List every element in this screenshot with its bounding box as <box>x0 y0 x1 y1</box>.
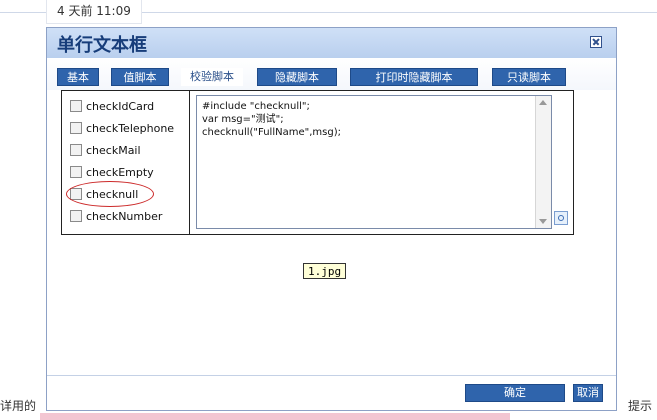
tab-value-script[interactable]: 值脚本 <box>111 68 169 86</box>
scroll-down-icon[interactable] <box>539 219 547 224</box>
check-label: checkIdCard <box>86 100 155 113</box>
tab-hide-script[interactable]: 隐藏脚本 <box>257 68 337 86</box>
background-text-right: 提示 <box>628 399 653 413</box>
checkbox[interactable] <box>70 144 82 156</box>
text-field-dialog: 单行文本框 基本 值脚本 校验脚本 隐藏脚本 打印时隐藏脚本 只读脚本 chec… <box>46 27 617 411</box>
checkbox[interactable] <box>70 166 82 178</box>
expand-editor-icon[interactable] <box>554 211 568 225</box>
dialog-footer: 确定 取消 <box>47 375 616 410</box>
checkbox[interactable] <box>70 100 82 112</box>
dialog-titlebar: 单行文本框 <box>47 28 616 59</box>
check-item[interactable]: checkEmpty <box>70 165 154 181</box>
check-item[interactable]: checkTelephone <box>70 121 174 137</box>
dialog-title: 单行文本框 <box>57 35 147 56</box>
script-editor[interactable]: #include "checknull"; var msg="测试"; checkn… <box>196 95 552 229</box>
checkbox[interactable] <box>70 210 82 222</box>
background-text-left: 详用的 <box>0 399 37 413</box>
cancel-button[interactable]: 取消 <box>573 384 603 402</box>
tab-basic[interactable]: 基本 <box>57 68 99 86</box>
check-item[interactable]: checkIdCard <box>70 99 154 115</box>
check-label: checkNumber <box>86 210 163 223</box>
validation-function-list: checkIdCard checkTelephone checkMail che… <box>62 91 190 234</box>
code-line: #include "checknull"; <box>202 101 310 112</box>
check-label: checkMail <box>86 144 141 157</box>
image-tooltip: 1.jpg <box>303 263 347 279</box>
check-label: checkTelephone <box>86 122 175 135</box>
timestamp-label: 4 天前 11:09 <box>46 0 142 24</box>
close-icon[interactable] <box>590 36 602 48</box>
code-line: var msg="测试"; <box>202 114 284 125</box>
background-highlight-bar <box>40 413 510 420</box>
tab-validation-script[interactable]: 校验脚本 <box>181 68 243 86</box>
tab-print-hide-script[interactable]: 打印时隐藏脚本 <box>350 68 478 86</box>
confirm-button[interactable]: 确定 <box>465 384 565 402</box>
code-line: checknull("FullName",msg); <box>202 127 341 138</box>
checkbox[interactable] <box>70 122 82 134</box>
editor-scrollbar[interactable] <box>535 96 551 228</box>
scroll-up-icon[interactable] <box>539 100 547 105</box>
script-panel: checkIdCard checkTelephone checkMail che… <box>61 90 574 235</box>
check-item[interactable]: checkMail <box>70 143 141 159</box>
check-item[interactable]: checkNumber <box>70 209 162 225</box>
check-label: checkEmpty <box>86 166 154 179</box>
highlight-oval <box>66 181 154 207</box>
tab-bar: 基本 值脚本 校验脚本 隐藏脚本 打印时隐藏脚本 只读脚本 <box>47 58 616 90</box>
script-code: #include "checknull"; var msg="测试"; checkn… <box>202 100 341 139</box>
tab-readonly-script[interactable]: 只读脚本 <box>492 68 566 86</box>
